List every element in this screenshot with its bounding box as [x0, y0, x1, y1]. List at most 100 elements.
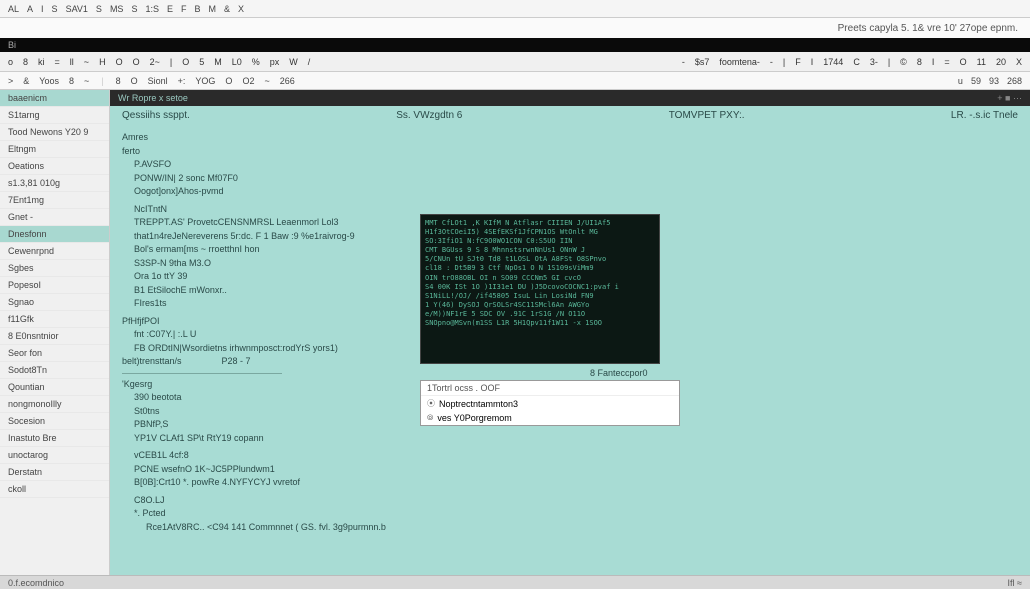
- toolbar-button[interactable]: O: [131, 76, 138, 86]
- toolbar-button[interactable]: ~: [84, 57, 89, 67]
- toolbar-button[interactable]: AL: [8, 4, 19, 14]
- toolbar-button[interactable]: 11: [977, 57, 986, 67]
- toolbar-button[interactable]: px: [270, 57, 280, 67]
- sidebar-item[interactable]: baaenicm: [0, 90, 109, 107]
- toolbar-button[interactable]: &: [224, 4, 230, 14]
- toolbar-button[interactable]: 8: [917, 57, 922, 67]
- sidebar-item[interactable]: Qountian: [0, 379, 109, 396]
- toolbar-button[interactable]: S: [96, 4, 102, 14]
- toolbar-button[interactable]: 8: [116, 76, 121, 86]
- toolbar-button[interactable]: C: [853, 57, 860, 67]
- toolbar-button[interactable]: ~: [264, 76, 269, 86]
- toolbar-button[interactable]: YOG: [195, 76, 215, 86]
- sidebar-item[interactable]: Gnet -: [0, 209, 109, 226]
- sidebar-item[interactable]: Eltngm: [0, 141, 109, 158]
- toolbar-button[interactable]: O: [225, 76, 232, 86]
- sidebar-item[interactable]: Cewenrpnd: [0, 243, 109, 260]
- toolbar-button[interactable]: u: [958, 76, 963, 86]
- status-bar: 0.f.ecomdnico Ifl ≈: [0, 575, 1030, 589]
- toolbar-button[interactable]: 266: [280, 76, 295, 86]
- toolbar-button[interactable]: Sionl: [148, 76, 168, 86]
- s5-l1: *. Pcted: [122, 507, 1018, 521]
- toolbar-button[interactable]: 268: [1007, 76, 1022, 86]
- sidebar-item[interactable]: Seor fon: [0, 345, 109, 362]
- toolbar-button[interactable]: I: [932, 57, 935, 67]
- toolbar-button[interactable]: +:: [178, 76, 186, 86]
- sidebar-item[interactable]: Inastuto Bre: [0, 430, 109, 447]
- info-bar: Preets capyla 5. 1& vre 10' 27ope epnm.: [0, 18, 1030, 38]
- toolbar-button[interactable]: O: [960, 57, 967, 67]
- toolbar-button[interactable]: MS: [110, 4, 124, 14]
- toolbar-button[interactable]: I: [811, 57, 814, 67]
- toolbar-button[interactable]: ©: [900, 57, 907, 67]
- toolbar-button[interactable]: 5: [199, 57, 204, 67]
- toolbar-button[interactable]: -: [770, 57, 773, 67]
- info-center: Preets capyla 5. 1& vre 10' 27ope epnm.: [838, 23, 1018, 34]
- toolbar-button[interactable]: I: [41, 4, 44, 14]
- toolbar-button[interactable]: %: [252, 57, 260, 67]
- sidebar-item[interactable]: Sgbes: [0, 260, 109, 277]
- toolbar-button[interactable]: -: [682, 57, 685, 67]
- toolbar-button[interactable]: 8: [69, 76, 74, 86]
- sidebar-item[interactable]: Sodot8Tn: [0, 362, 109, 379]
- toolbar-button[interactable]: ki: [38, 57, 45, 67]
- toolbar-button[interactable]: F: [181, 4, 187, 14]
- toolbar-button[interactable]: >: [8, 76, 13, 86]
- toolbar-button[interactable]: B: [194, 4, 200, 14]
- toolbar-button[interactable]: ll: [70, 57, 74, 67]
- sidebar-item[interactable]: f11Gfk: [0, 311, 109, 328]
- toolbar-button[interactable]: 1:S: [145, 4, 159, 14]
- toolbar-button[interactable]: o: [8, 57, 13, 67]
- sidebar-item[interactable]: Derstatn: [0, 464, 109, 481]
- toolbar-button[interactable]: 2~: [150, 57, 160, 67]
- toolbar-button[interactable]: X: [1016, 57, 1022, 67]
- toolbar-button[interactable]: =: [944, 57, 949, 67]
- toolbar-button[interactable]: 3-: [870, 57, 878, 67]
- sidebar-item[interactable]: 7Ent1mg: [0, 192, 109, 209]
- toolbar-button[interactable]: foomtena-: [719, 57, 760, 67]
- toolbar-button[interactable]: H: [99, 57, 106, 67]
- sidebar-item[interactable]: S1tarng: [0, 107, 109, 124]
- dropdown-item-0[interactable]: ⦿ Noptrectntammton3: [421, 396, 679, 411]
- sidebar-item[interactable]: Socesion: [0, 413, 109, 430]
- toolbar-button[interactable]: 93: [989, 76, 999, 86]
- toolbar-button[interactable]: 1744: [823, 57, 843, 67]
- toolbar-button[interactable]: ~: [84, 76, 89, 86]
- toolbar-button[interactable]: S: [131, 4, 137, 14]
- toolbar-button[interactable]: O2: [242, 76, 254, 86]
- toolbar-button[interactable]: Yoos: [39, 76, 59, 86]
- toolbar-button[interactable]: $s7: [695, 57, 710, 67]
- sidebar-item[interactable]: Oeations: [0, 158, 109, 175]
- toolbar-button[interactable]: L0: [232, 57, 242, 67]
- toolbar-button[interactable]: 20: [996, 57, 1006, 67]
- toolbar-button[interactable]: S: [52, 4, 58, 14]
- toolbar-button[interactable]: O: [116, 57, 123, 67]
- sidebar-item[interactable]: PopesoI: [0, 277, 109, 294]
- sidebar-item[interactable]: Dnesfonn: [0, 226, 109, 243]
- toolbar-button[interactable]: /: [308, 57, 311, 67]
- sidebar-item[interactable]: Sgnao: [0, 294, 109, 311]
- toolbar-button[interactable]: O: [133, 57, 140, 67]
- sidebar-item[interactable]: unoctarog: [0, 447, 109, 464]
- toolbar-button[interactable]: 59: [971, 76, 981, 86]
- toolbar-button[interactable]: M: [209, 4, 217, 14]
- toolbar-button[interactable]: W: [289, 57, 298, 67]
- toolbar-button[interactable]: =: [55, 57, 60, 67]
- sidebar-item[interactable]: s1.3,81 010g: [0, 175, 109, 192]
- tab-title[interactable]: Wr Ropre x setoe: [118, 93, 188, 103]
- toolbar-button[interactable]: SAV1: [66, 4, 88, 14]
- dropdown-item-1[interactable]: ⦾ ves Y0Porgremom: [421, 411, 679, 425]
- sidebar-item[interactable]: Tood Newons Y20 9: [0, 124, 109, 141]
- toolbar-button[interactable]: &: [23, 76, 29, 86]
- sidebar-item[interactable]: 8 E0nsntnior: [0, 328, 109, 345]
- toolbar-button[interactable]: E: [167, 4, 173, 14]
- toolbar-button[interactable]: A: [27, 4, 33, 14]
- toolbar-button[interactable]: 8: [23, 57, 28, 67]
- sidebar-item[interactable]: ckoll: [0, 481, 109, 498]
- toolbar-button[interactable]: M: [214, 57, 222, 67]
- sidebar-item[interactable]: nongmonoIlly: [0, 396, 109, 413]
- toolbar-button[interactable]: O: [182, 57, 189, 67]
- tab-controls[interactable]: + ■ ⋯: [997, 93, 1022, 104]
- toolbar-button[interactable]: X: [238, 4, 244, 14]
- toolbar-button[interactable]: F: [795, 57, 801, 67]
